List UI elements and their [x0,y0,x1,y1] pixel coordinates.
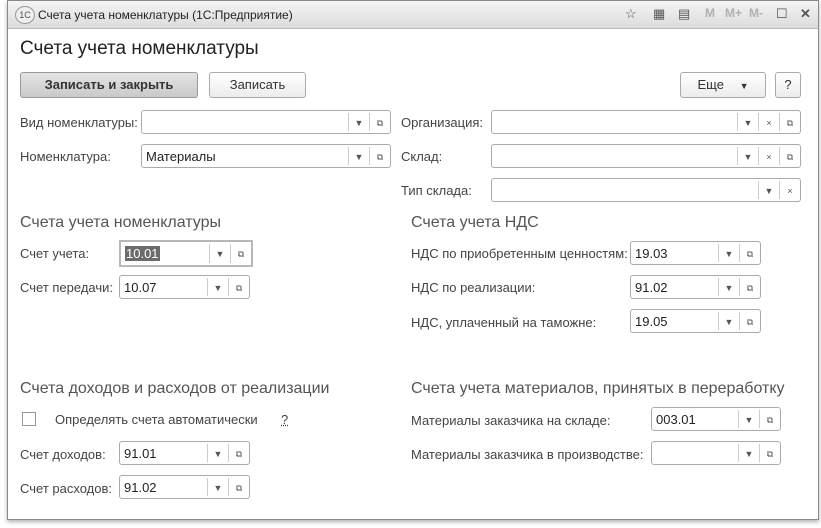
open-icon[interactable]: ⧉ [228,478,249,496]
clear-icon[interactable]: × [758,113,779,131]
warehouse-type-field[interactable]: ▼ × [491,178,801,202]
vat-customs-value: 19.05 [635,314,668,329]
transfer-value: 10.07 [124,280,157,295]
dropdown-icon[interactable]: ▼ [758,181,779,199]
open-icon[interactable]: ⧉ [779,113,800,131]
calculator-icon[interactable]: ▦ [653,6,665,22]
item-value: Материалы [146,149,216,164]
window-title: Счета учета номенклатуры (1С:Предприятие… [38,8,293,22]
dropdown-icon[interactable]: ▼ [209,244,230,263]
maximize-icon[interactable]: ☐ [776,6,788,22]
open-icon[interactable]: ⧉ [759,410,780,428]
in-stock-field[interactable]: 003.01 ▼ ⧉ [651,407,781,431]
page-title: Счета учета номенклатуры [20,38,259,59]
title-bar: 1С Счета учета номенклатуры (1С:Предприя… [8,1,818,29]
vat-customs-field[interactable]: 19.05 ▼ ⧉ [630,309,761,333]
org-label: Организация: [401,115,484,130]
kind-label: Вид номенклатуры: [20,115,138,130]
account-value: 10.01 [125,246,160,261]
income-heading: Счета доходов и расходов от реализации [20,380,330,397]
transfer-label: Счет передачи: [20,280,113,295]
warehouse-type-label: Тип склада: [401,183,472,198]
1c-logo-icon: 1С [15,6,35,24]
dropdown-icon[interactable]: ▼ [738,444,759,462]
account-label: Счет учета: [20,246,90,261]
vat-purchased-label: НДС по приобретенным ценностям: [411,246,628,261]
open-icon[interactable]: ⧉ [228,444,249,462]
income-value: 91.01 [124,446,157,461]
dropdown-icon[interactable]: ▼ [718,312,739,330]
warehouse-field[interactable]: ▼ × ⧉ [491,144,801,168]
dropdown-icon[interactable]: ▼ [207,444,228,462]
kind-field[interactable]: ▼ ⧉ [141,110,391,134]
favorite-icon[interactable]: ☆ [625,6,637,22]
open-icon[interactable]: ⧉ [739,244,760,262]
income-field[interactable]: 91.01 ▼ ⧉ [119,441,250,465]
dropdown-icon[interactable]: ▼ [718,244,739,262]
more-button[interactable]: Еще ▼ [680,72,766,98]
dropdown-icon[interactable]: ▼ [348,113,369,131]
window: 1С Счета учета номенклатуры (1С:Предприя… [7,0,819,520]
auto-accounts-checkbox[interactable] [22,412,36,426]
expense-field[interactable]: 91.02 ▼ ⧉ [119,475,250,499]
open-icon[interactable]: ⧉ [739,312,760,330]
vat-sales-value: 91.02 [635,280,668,295]
save-and-close-button[interactable]: Записать и закрыть [20,72,198,98]
in-production-label: Материалы заказчика в производстве: [411,447,644,462]
memory-plus-button[interactable]: M+ [725,6,742,20]
dropdown-icon[interactable]: ▼ [737,113,758,131]
open-icon[interactable]: ⧉ [759,444,780,462]
auto-accounts-label: Определять счета автоматически [55,412,258,427]
dropdown-icon[interactable]: ▼ [207,478,228,496]
clear-icon[interactable]: × [758,147,779,165]
open-icon[interactable]: ⧉ [779,147,800,165]
transfer-field[interactable]: 10.07 ▼ ⧉ [119,275,250,299]
open-icon[interactable]: ⧉ [369,147,390,165]
calendar-icon[interactable]: ▤ [678,6,690,22]
org-field[interactable]: ▼ × ⧉ [491,110,801,134]
open-icon[interactable]: ⧉ [230,244,251,263]
item-accounts-heading: Счета учета номенклатуры [20,214,222,231]
help-button[interactable]: ? [775,72,801,98]
memory-button[interactable]: M [705,6,715,20]
vat-purchased-value: 19.03 [635,246,668,261]
income-label: Счет доходов: [20,447,106,462]
item-field[interactable]: Материалы ▼ ⧉ [141,144,391,168]
auto-accounts-help[interactable]: ? [281,412,288,427]
more-label: Еще [697,77,724,92]
dropdown-icon[interactable]: ▼ [348,147,369,165]
vat-customs-label: НДС, уплаченный на таможне: [411,315,597,330]
memory-minus-button[interactable]: M- [749,6,763,20]
vat-sales-label: НДС по реализации: [411,280,536,295]
dropdown-icon[interactable]: ▼ [738,410,759,428]
chevron-down-icon: ▼ [739,81,749,91]
processing-heading: Счета учета материалов, принятых в перер… [411,380,785,397]
vat-heading: Счета учета НДС [411,214,539,231]
item-label: Номенклатура: [20,149,111,164]
clear-icon[interactable]: × [779,181,800,199]
dropdown-icon[interactable]: ▼ [207,278,228,296]
expense-value: 91.02 [124,480,157,495]
save-button[interactable]: Записать [209,72,306,98]
account-field[interactable]: 10.01 ▼ ⧉ [119,240,253,267]
in-stock-label: Материалы заказчика на складе: [411,413,611,428]
dropdown-icon[interactable]: ▼ [737,147,758,165]
vat-purchased-field[interactable]: 19.03 ▼ ⧉ [630,241,761,265]
warehouse-label: Склад: [401,149,443,164]
in-stock-value: 003.01 [656,412,696,427]
open-icon[interactable]: ⧉ [739,278,760,296]
open-icon[interactable]: ⧉ [228,278,249,296]
close-icon[interactable]: ✕ [800,6,811,22]
in-production-field[interactable]: ▼ ⧉ [651,441,781,465]
vat-sales-field[interactable]: 91.02 ▼ ⧉ [630,275,761,299]
dropdown-icon[interactable]: ▼ [718,278,739,296]
open-icon[interactable]: ⧉ [369,113,390,131]
expense-label: Счет расходов: [20,481,112,496]
